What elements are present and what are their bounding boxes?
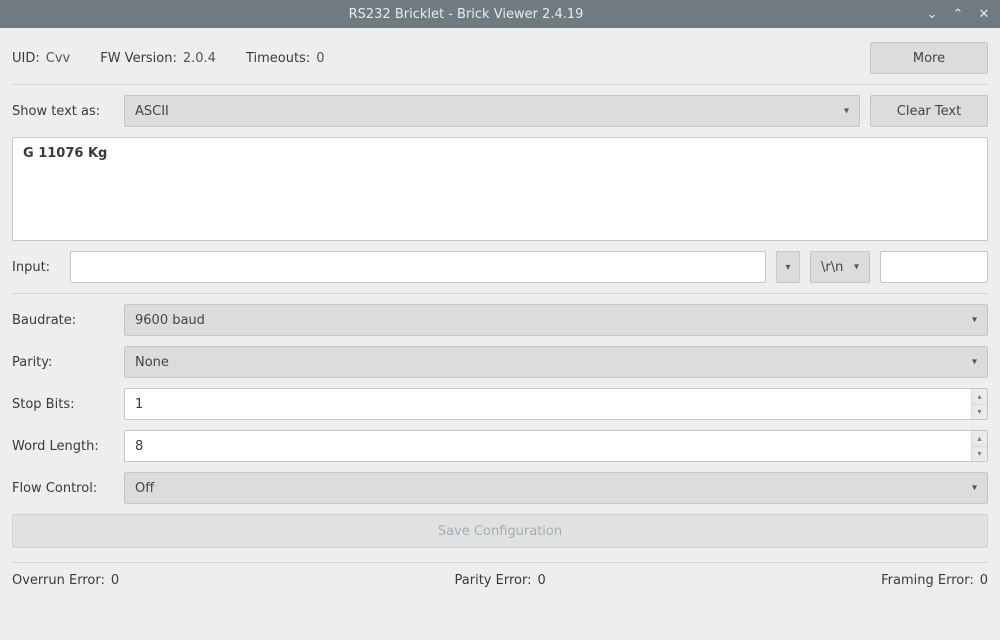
fw-version-field: FW Version: 2.0.4 [100,51,216,66]
show-text-as-label: Show text as: [12,104,114,119]
framing-error-value: 0 [980,573,988,588]
overrun-error-label: Overrun Error: [12,573,105,588]
window-title: RS232 Bricklet - Brick Viewer 2.4.19 [8,7,924,22]
flowcontrol-row: Flow Control: Off ▾ [12,472,988,504]
chevron-down-icon: ▾ [854,262,859,273]
input-row: Input: ▾ \r\n ▾ [12,251,988,283]
window-buttons: ⌄ ⌃ ✕ [924,7,992,22]
clear-text-label: Clear Text [897,104,961,119]
save-configuration-button[interactable]: Save Configuration [12,514,988,548]
stopbits-row: Stop Bits: 1 ▴ ▾ [12,388,988,420]
more-button[interactable]: More [870,42,988,74]
minimize-icon[interactable]: ⌄ [924,7,940,22]
close-icon[interactable]: ✕ [976,7,992,22]
show-text-as-value: ASCII [135,104,169,119]
baudrate-value: 9600 baud [135,313,205,328]
baudrate-label: Baudrate: [12,313,114,328]
uid-label: UID: [12,51,40,66]
chevron-down-icon: ▾ [972,315,977,326]
stepper-down-icon[interactable]: ▾ [972,447,987,462]
stepper-up-icon[interactable]: ▴ [972,389,987,405]
timeouts-value: 0 [316,51,324,66]
flowcontrol-select[interactable]: Off ▾ [124,472,988,504]
overrun-error-field: Overrun Error: 0 [12,573,119,588]
window-titlebar: RS232 Bricklet - Brick Viewer 2.4.19 ⌄ ⌃… [0,0,1000,28]
divider [12,293,988,294]
parity-error-label: Parity Error: [455,573,532,588]
error-status-bar: Overrun Error: 0 Parity Error: 0 Framing… [12,562,988,588]
serial-output-text: G 11076 Kg [23,146,107,161]
wordlength-label: Word Length: [12,439,114,454]
input-label: Input: [12,260,60,275]
uid-value: Cvv [46,51,70,66]
line-ending-select[interactable]: \r\n ▾ [810,251,870,283]
parity-error-field: Parity Error: 0 [455,573,546,588]
show-text-as-select[interactable]: ASCII ▾ [124,95,860,127]
stopbits-value: 1 [125,389,971,419]
framing-error-label: Framing Error: [881,573,974,588]
parity-label: Parity: [12,355,114,370]
wordlength-row: Word Length: 8 ▴ ▾ [12,430,988,462]
baudrate-select[interactable]: 9600 baud ▾ [124,304,988,336]
parity-row: Parity: None ▾ [12,346,988,378]
framing-error-field: Framing Error: 0 [881,573,988,588]
fw-value: 2.0.4 [183,51,216,66]
wordlength-stepper[interactable]: 8 ▴ ▾ [124,430,988,462]
chevron-down-icon: ▾ [972,357,977,368]
divider [12,84,988,85]
wordlength-value: 8 [125,431,971,461]
flowcontrol-label: Flow Control: [12,481,114,496]
parity-select[interactable]: None ▾ [124,346,988,378]
show-text-as-row: Show text as: ASCII ▾ Clear Text [12,95,988,127]
chevron-down-icon: ▾ [844,106,849,117]
more-button-label: More [913,51,945,66]
overrun-error-value: 0 [111,573,119,588]
maximize-icon[interactable]: ⌃ [950,7,966,22]
parity-value: None [135,355,169,370]
baudrate-row: Baudrate: 9600 baud ▾ [12,304,988,336]
chevron-down-icon: ▾ [972,483,977,494]
serial-output[interactable]: G 11076 Kg [12,137,988,241]
serial-input[interactable] [70,251,766,283]
flowcontrol-value: Off [135,481,154,496]
timeouts-field: Timeouts: 0 [246,51,325,66]
stopbits-stepper[interactable]: 1 ▴ ▾ [124,388,988,420]
clear-text-button[interactable]: Clear Text [870,95,988,127]
save-configuration-label: Save Configuration [438,524,562,539]
stepper-down-icon[interactable]: ▾ [972,405,987,420]
hex-input[interactable] [880,251,988,283]
timeouts-label: Timeouts: [246,51,310,66]
stopbits-label: Stop Bits: [12,397,114,412]
parity-error-value: 0 [537,573,545,588]
fw-label: FW Version: [100,51,177,66]
stepper-up-icon[interactable]: ▴ [972,431,987,447]
info-bar: UID: Cvv FW Version: 2.0.4 Timeouts: 0 M… [12,38,988,78]
line-ending-value: \r\n [821,260,843,275]
input-history-dropdown[interactable]: ▾ [776,251,800,283]
uid-field: UID: Cvv [12,51,70,66]
